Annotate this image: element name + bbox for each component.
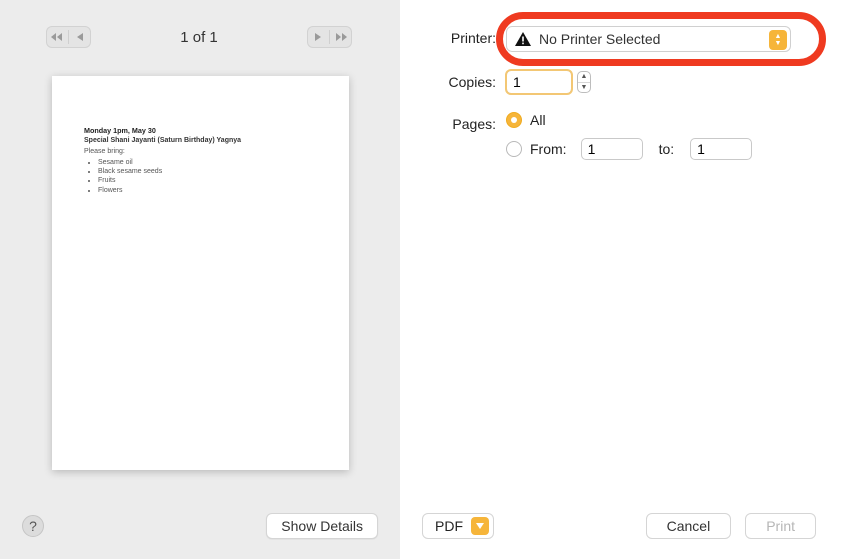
pages-label: Pages:	[422, 112, 496, 132]
preview-line-2: Special Shani Jayanti (Saturn Birthday) …	[84, 136, 317, 145]
pages-from-input[interactable]	[581, 138, 643, 160]
pages-to-input[interactable]	[690, 138, 752, 160]
copies-control: ▲ ▼	[506, 70, 816, 94]
pdf-label: PDF	[435, 518, 463, 534]
copies-label: Copies:	[422, 70, 496, 90]
help-button[interactable]: ?	[22, 515, 44, 537]
preview-nav: 1 of 1	[0, 0, 400, 58]
cancel-button[interactable]: Cancel	[646, 513, 732, 539]
printer-select-wrapper: No Printer Selected ▲▼	[506, 26, 816, 52]
show-details-button[interactable]: Show Details	[266, 513, 378, 539]
pages-from-label: From:	[530, 141, 567, 157]
pdf-button[interactable]: PDF	[422, 513, 494, 539]
preview-item: Flowers	[98, 186, 317, 195]
preview-item: Fruits	[98, 176, 317, 185]
prev-page-group	[46, 26, 91, 48]
pages-all-label: All	[530, 112, 546, 128]
left-footer: ? Show Details	[22, 513, 378, 539]
preview-item: Black sesame seeds	[98, 167, 317, 176]
pages-range-radio[interactable]	[506, 141, 522, 157]
pages-range-row: From: to:	[506, 138, 816, 160]
settings-pane: Printer: No Printer Selected ▲▼ Copies: …	[400, 0, 850, 559]
stepper-down-icon[interactable]: ▼	[578, 83, 590, 93]
updown-icon: ▲▼	[769, 30, 787, 50]
preview-item: Sesame oil	[98, 158, 317, 167]
printer-label: Printer:	[422, 26, 496, 46]
first-page-button[interactable]	[46, 26, 68, 48]
preview-items: Sesame oil Black sesame seeds Fruits Flo…	[98, 158, 317, 196]
next-page-button[interactable]	[307, 26, 329, 48]
pages-all-row: All	[506, 112, 816, 128]
next-page-group	[307, 26, 352, 48]
page-preview: Monday 1pm, May 30 Special Shani Jayanti…	[52, 76, 349, 470]
warning-icon	[515, 32, 531, 46]
chevron-down-icon	[471, 517, 489, 535]
prev-page-button[interactable]	[69, 26, 91, 48]
pages-control: All From: to:	[506, 112, 816, 160]
preview-pane: 1 of 1 Monday 1pm, May 30 Special Shani …	[0, 0, 400, 559]
pages-all-radio[interactable]	[506, 112, 522, 128]
right-footer: PDF Cancel Print	[422, 513, 816, 539]
print-form: Printer: No Printer Selected ▲▼ Copies: …	[422, 26, 816, 160]
copies-stepper[interactable]: ▲ ▼	[577, 71, 591, 93]
preview-line-1: Monday 1pm, May 30	[84, 126, 317, 136]
pages-to-label: to:	[659, 141, 675, 157]
action-buttons: Cancel Print	[646, 513, 816, 539]
copies-input[interactable]	[506, 70, 572, 94]
stepper-up-icon[interactable]: ▲	[578, 72, 590, 83]
preview-bring-label: Please bring:	[84, 147, 317, 156]
page-counter: 1 of 1	[180, 29, 218, 46]
printer-select[interactable]: No Printer Selected ▲▼	[506, 26, 791, 52]
print-button[interactable]: Print	[745, 513, 816, 539]
last-page-button[interactable]	[330, 26, 352, 48]
printer-value: No Printer Selected	[539, 31, 660, 47]
